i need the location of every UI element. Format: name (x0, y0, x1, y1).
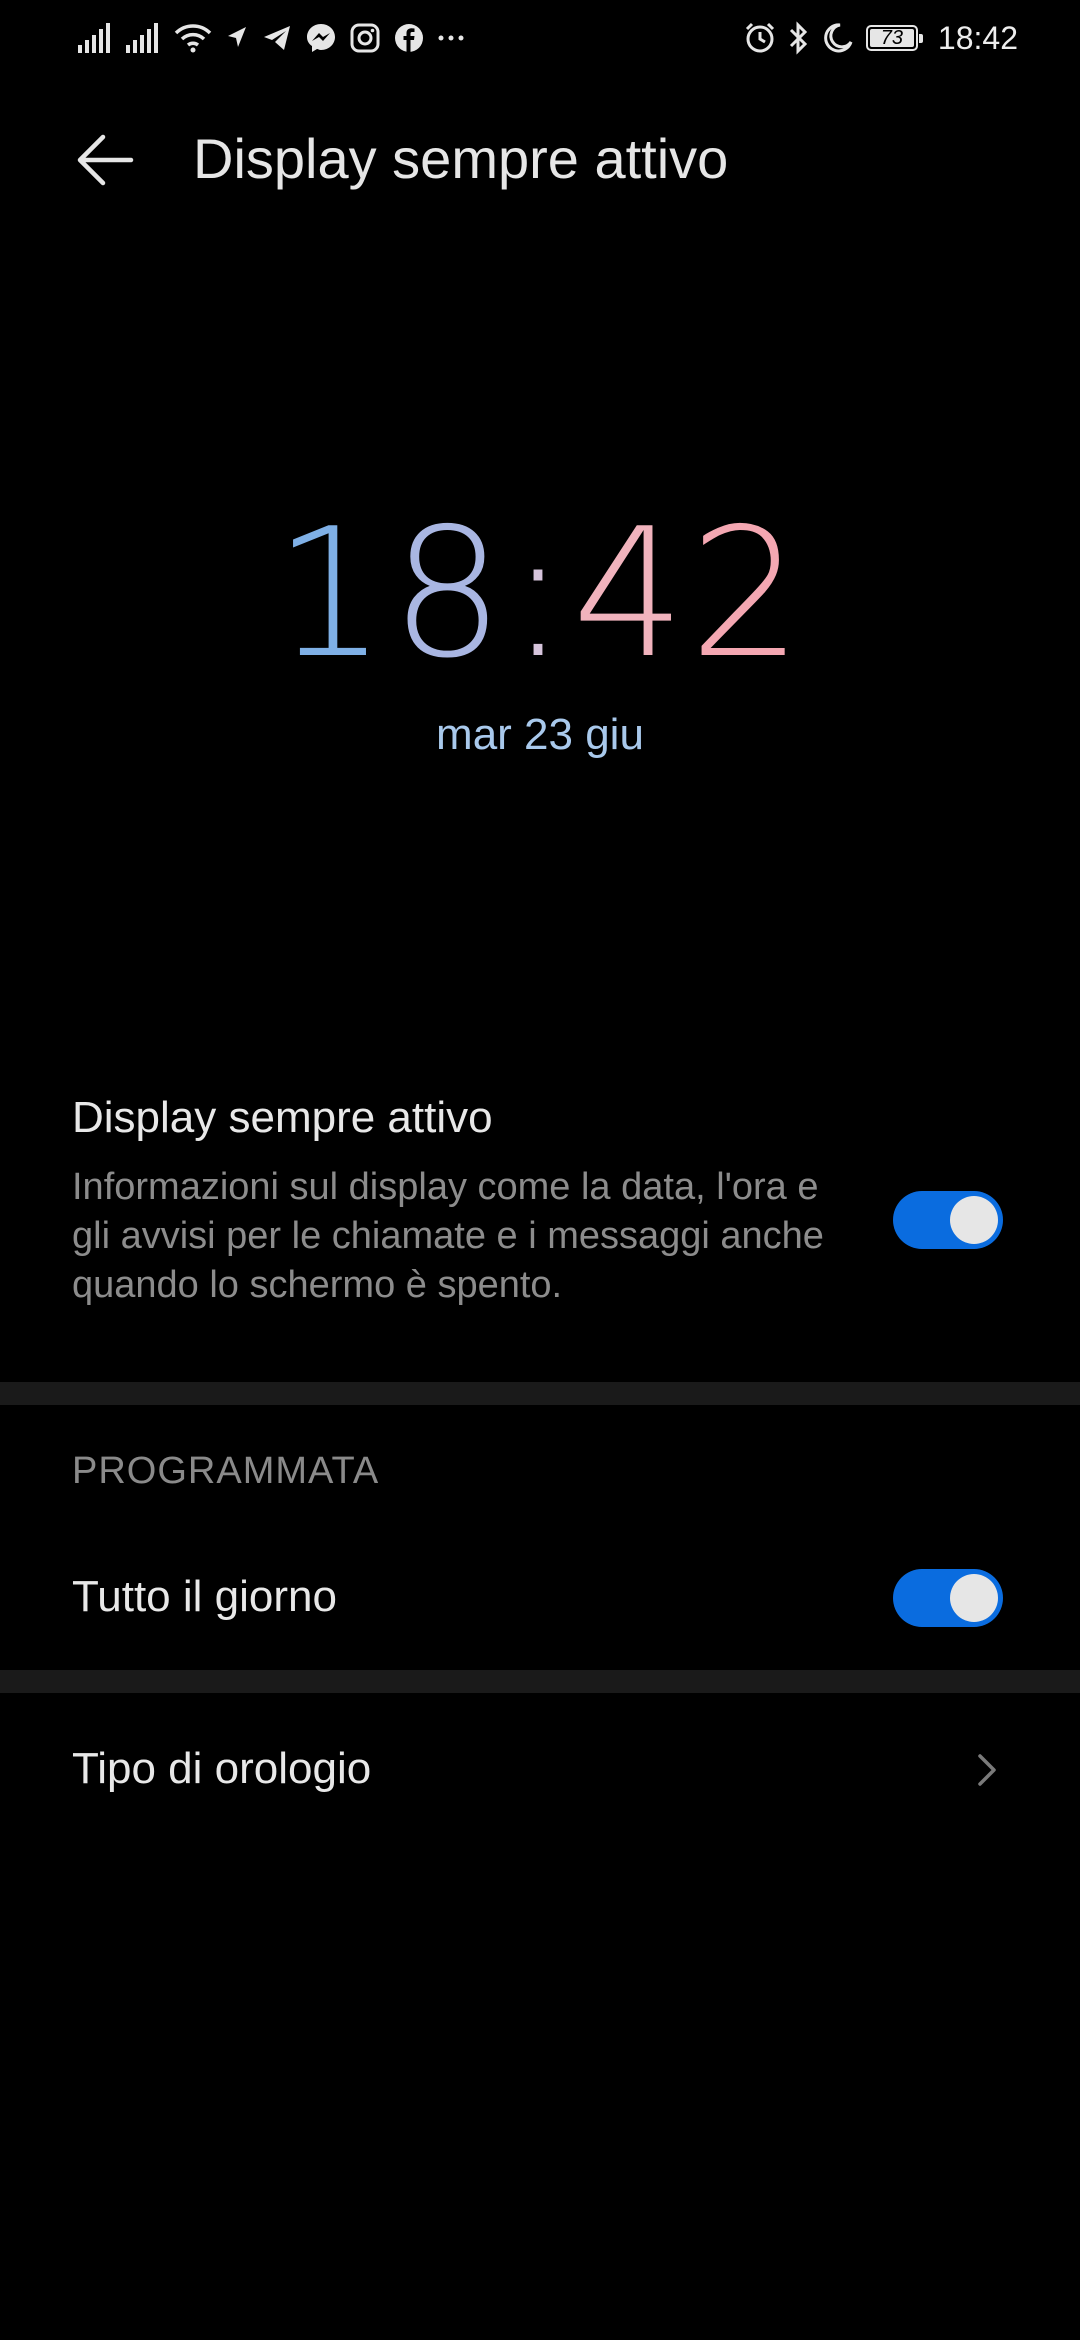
signal-icon (78, 23, 110, 53)
section-header-schedule: PROGRAMMATA (72, 1450, 380, 1492)
location-icon (228, 27, 246, 47)
preview-digit: 2 (689, 490, 807, 697)
aod-setting-title: Display sempre attivo (72, 1093, 493, 1142)
wifi-icon (174, 24, 212, 53)
aod-setting-row[interactable]: Display sempre attivo Informazioni sul d… (0, 1085, 1080, 1380)
more-icon (438, 35, 464, 41)
moon-icon (824, 23, 853, 53)
facebook-icon (395, 24, 423, 52)
clock-type-row[interactable]: Tipo di orologio (0, 1722, 1080, 1818)
section-divider (0, 1382, 1080, 1405)
alarm-icon (745, 22, 774, 53)
instagram-icon (350, 23, 380, 53)
aod-toggle[interactable] (893, 1191, 1003, 1249)
status-right-icons: 73 18:42 (744, 18, 1018, 58)
preview-time: 18:42 (0, 505, 1080, 683)
battery-level: 73 (869, 28, 914, 48)
clock-type-label: Tipo di orologio (72, 1744, 372, 1793)
all-day-label: Tutto il giorno (72, 1572, 337, 1621)
messenger-icon (307, 24, 335, 52)
aod-setting-description: Informazioni sul display come la data, l… (72, 1166, 824, 1306)
section-divider (0, 1670, 1080, 1693)
all-day-toggle[interactable] (893, 1569, 1003, 1627)
status-bar: 73 18:42 (0, 0, 1080, 76)
aod-clock-preview: 18:42 mar 23 giu (0, 505, 1080, 805)
app-bar: Display sempre attivo (0, 100, 1080, 220)
arrow-left-icon (77, 134, 134, 186)
telegram-icon (264, 26, 290, 50)
preview-colon: : (508, 490, 572, 697)
preview-date: mar 23 giu (436, 710, 644, 759)
toggle-knob (950, 1574, 998, 1622)
status-left-icons (78, 18, 464, 58)
chevron-right-icon (978, 1754, 996, 1786)
page-title: Display sempre attivo (193, 127, 729, 190)
status-time: 18:42 (937, 19, 1018, 56)
toggle-knob (950, 1196, 998, 1244)
bluetooth-icon (789, 21, 808, 55)
preview-digit: 4 (571, 490, 690, 697)
all-day-row[interactable]: Tutto il giorno (0, 1550, 1080, 1646)
back-button[interactable] (70, 128, 140, 192)
battery-icon: 73 (865, 25, 923, 51)
preview-digit: 1 (273, 490, 391, 697)
preview-digit: 8 (390, 490, 508, 697)
signal-icon-2 (126, 23, 158, 53)
